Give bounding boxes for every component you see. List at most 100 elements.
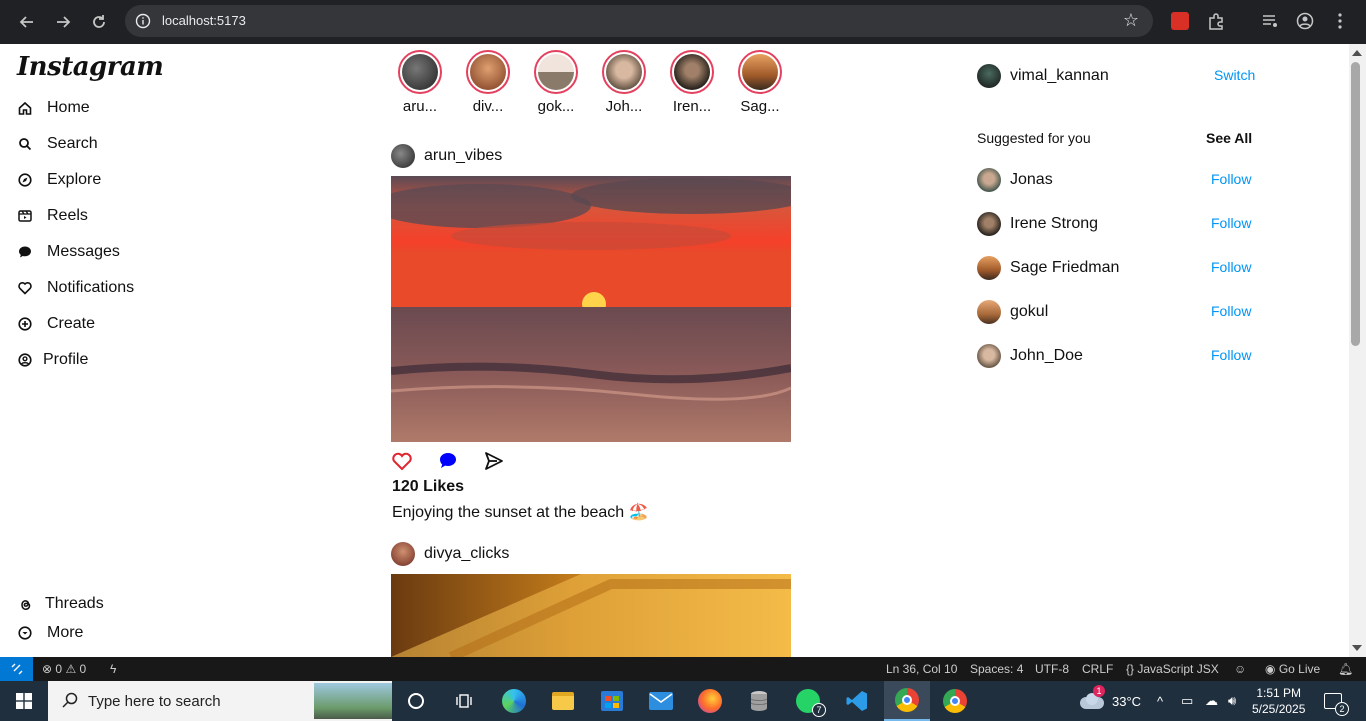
address-bar[interactable]: localhost:5173 ☆ bbox=[125, 5, 1153, 37]
clock[interactable]: 1:51 PM 5/25/2025 bbox=[1252, 681, 1305, 721]
story-item[interactable]: aru... bbox=[398, 50, 446, 115]
scroll-up-arrow-icon[interactable] bbox=[1352, 50, 1362, 56]
vscode-icon[interactable] bbox=[843, 687, 871, 715]
vscode-status-bar: ⊗ 0 ⚠ 0 ϟ Ln 36, Col 10 Spaces: 4 UTF-8 … bbox=[0, 657, 1366, 681]
post-username[interactable]: divya_clicks bbox=[424, 545, 509, 563]
sidebar-item-explore[interactable]: Explore bbox=[17, 168, 101, 192]
suggestion-row[interactable]: Jonas bbox=[977, 168, 1053, 192]
suggestion-row[interactable]: Sage Friedman bbox=[977, 256, 1119, 280]
instagram-logo[interactable]: Instagram bbox=[17, 52, 164, 82]
comment-icon[interactable] bbox=[437, 450, 459, 472]
whatsapp-icon[interactable]: 7 bbox=[794, 687, 826, 717]
sidebar-item-profile[interactable]: Profile bbox=[17, 348, 88, 372]
chrome-icon[interactable] bbox=[941, 687, 969, 715]
sidebar-item-reels[interactable]: Reels bbox=[17, 204, 88, 228]
sidebar-item-threads[interactable]: Threads bbox=[17, 592, 104, 616]
edge-icon[interactable] bbox=[500, 687, 528, 715]
post-image-2[interactable] bbox=[391, 574, 791, 657]
story-item[interactable]: Joh... bbox=[602, 50, 650, 115]
story-item[interactable]: Iren... bbox=[670, 50, 718, 115]
url-text[interactable]: localhost:5173 bbox=[162, 13, 246, 28]
reload-icon[interactable] bbox=[85, 8, 113, 36]
extensions-puzzle-icon[interactable] bbox=[1205, 10, 1227, 32]
firefox-icon[interactable] bbox=[696, 687, 724, 715]
database-icon[interactable] bbox=[745, 687, 773, 715]
mail-icon[interactable] bbox=[647, 687, 675, 715]
suggestion-name[interactable]: Sage Friedman bbox=[1010, 259, 1119, 277]
suggestion-name[interactable]: John_Doe bbox=[1010, 347, 1083, 365]
story-ring bbox=[398, 50, 442, 94]
scroll-down-arrow-icon[interactable] bbox=[1352, 645, 1362, 651]
taskbar-search[interactable]: Type here to search bbox=[48, 681, 392, 721]
language-mode[interactable]: {} JavaScript JSX bbox=[1126, 662, 1219, 676]
reels-icon bbox=[17, 208, 33, 224]
follow-button[interactable]: Follow bbox=[1211, 171, 1251, 187]
suggestion-name[interactable]: Jonas bbox=[1010, 171, 1053, 189]
switch-button[interactable]: Switch bbox=[1214, 67, 1255, 83]
post-header[interactable]: divya_clicks bbox=[391, 542, 509, 566]
current-username[interactable]: vimal_kannan bbox=[1010, 67, 1109, 85]
copilot-icon[interactable]: ☺ bbox=[1234, 662, 1246, 676]
post-username[interactable]: arun_vibes bbox=[424, 147, 502, 165]
forward-icon[interactable] bbox=[49, 8, 77, 36]
cursor-position[interactable]: Ln 36, Col 10 bbox=[886, 662, 957, 676]
sidebar-item-home[interactable]: Home bbox=[17, 96, 90, 120]
site-info-icon[interactable] bbox=[133, 11, 153, 31]
go-live-button[interactable]: ◉ Go Live bbox=[1265, 662, 1320, 676]
weather-widget[interactable]: 1 33°C bbox=[1080, 681, 1141, 721]
suggestion-row[interactable]: Irene Strong bbox=[977, 212, 1098, 236]
extension-red-icon[interactable] bbox=[1169, 10, 1191, 32]
sidebar-item-messages[interactable]: Messages bbox=[17, 240, 120, 264]
suggestion-row[interactable]: John_Doe bbox=[977, 344, 1083, 368]
like-heart-icon[interactable] bbox=[391, 450, 413, 472]
current-user[interactable]: vimal_kannan bbox=[977, 64, 1109, 88]
lightning-icon[interactable]: ϟ bbox=[110, 662, 116, 676]
task-view-icon[interactable] bbox=[450, 687, 478, 715]
bell-icon[interactable]: 🔔︎ bbox=[1338, 662, 1353, 676]
story-item[interactable]: gok... bbox=[534, 50, 582, 115]
follow-button[interactable]: Follow bbox=[1211, 259, 1251, 275]
suggestion-name[interactable]: gokul bbox=[1010, 303, 1048, 321]
remote-icon[interactable] bbox=[0, 657, 33, 681]
heart-icon bbox=[17, 280, 33, 296]
scrollbar-thumb[interactable] bbox=[1351, 62, 1360, 346]
encoding[interactable]: UTF-8 bbox=[1035, 662, 1069, 676]
follow-button[interactable]: Follow bbox=[1211, 215, 1251, 231]
chrome-active-icon[interactable] bbox=[884, 681, 930, 721]
media-control-icon[interactable] bbox=[1259, 10, 1281, 32]
follow-button[interactable]: Follow bbox=[1211, 303, 1251, 319]
suggestion-row[interactable]: gokul bbox=[977, 300, 1048, 324]
search-placeholder[interactable]: Type here to search bbox=[88, 693, 221, 710]
menu-kebab-icon[interactable] bbox=[1329, 10, 1351, 32]
profile-account-icon[interactable] bbox=[1294, 10, 1316, 32]
sidebar-item-more[interactable]: More bbox=[17, 621, 83, 645]
indentation[interactable]: Spaces: 4 bbox=[970, 662, 1023, 676]
share-send-icon[interactable] bbox=[483, 450, 505, 472]
problems-indicator[interactable]: ⊗ 0 ⚠ 0 bbox=[42, 662, 86, 676]
sidebar-item-notifications[interactable]: Notifications bbox=[17, 276, 134, 300]
temperature: 33°C bbox=[1112, 693, 1142, 709]
file-explorer-icon[interactable] bbox=[549, 687, 577, 715]
compass-icon bbox=[17, 172, 33, 188]
see-all-link[interactable]: See All bbox=[1206, 130, 1252, 146]
volume-icon[interactable]: 🔊︎ bbox=[1228, 681, 1236, 721]
sidebar-item-search[interactable]: Search bbox=[17, 132, 98, 156]
post-header[interactable]: arun_vibes bbox=[391, 144, 502, 168]
page-scrollbar[interactable] bbox=[1349, 44, 1366, 657]
battery-icon[interactable]: ▭ bbox=[1181, 681, 1193, 721]
windows-start-icon[interactable] bbox=[0, 681, 48, 721]
follow-button[interactable]: Follow bbox=[1211, 347, 1251, 363]
bookmark-star-icon[interactable]: ☆ bbox=[1123, 10, 1139, 31]
back-icon[interactable] bbox=[13, 8, 41, 36]
story-item[interactable]: Sag... bbox=[738, 50, 786, 115]
onedrive-icon[interactable]: ☁ bbox=[1205, 681, 1218, 721]
post-image-sunset[interactable] bbox=[371, 176, 811, 442]
tray-chevron-icon[interactable]: ^ bbox=[1157, 681, 1163, 721]
suggestion-name[interactable]: Irene Strong bbox=[1010, 215, 1098, 233]
store-icon[interactable] bbox=[598, 687, 626, 715]
cortana-icon[interactable] bbox=[402, 687, 430, 715]
notification-center-icon[interactable]: 2 bbox=[1324, 681, 1349, 721]
story-item[interactable]: div... bbox=[466, 50, 514, 115]
line-endings[interactable]: CRLF bbox=[1082, 662, 1113, 676]
sidebar-item-create[interactable]: Create bbox=[17, 312, 95, 336]
